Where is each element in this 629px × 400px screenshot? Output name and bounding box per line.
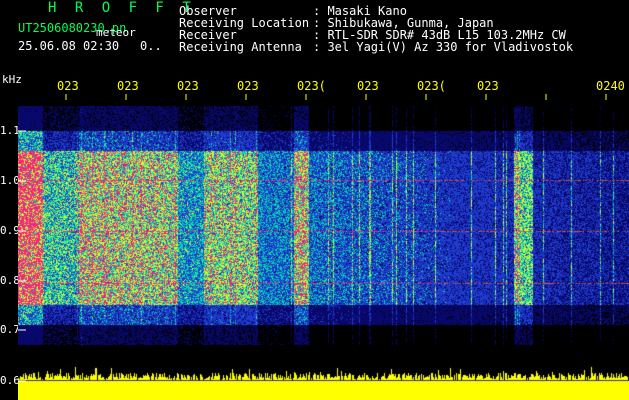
y-label-0-8: 0.8 <box>0 274 20 287</box>
program-name: H R O F F T <box>48 0 196 16</box>
y-label-0-7: 0.7 <box>0 323 20 336</box>
antenna-value: : 3el Yagi(V) Az 330 for Vladivostok <box>313 40 574 54</box>
y-label-1-1: 1.1 <box>0 124 20 137</box>
meteor-label: meteor <box>96 26 136 39</box>
time-tick-5: 023( <box>297 79 326 93</box>
time-tick-4: 023 <box>237 79 259 93</box>
y-label-0-6: 0.6 <box>0 374 20 387</box>
time-tick-3: 023 <box>177 79 199 93</box>
time-tick-6: 023 <box>357 79 379 93</box>
time-tick-7: 023( <box>417 79 446 93</box>
y-label-0-9: 0.9 <box>0 224 20 237</box>
spectrogram-plot <box>18 95 629 400</box>
y-label-1-0: 1.0 <box>0 174 20 187</box>
timestamp: 25.06.08 02:30 <box>18 39 120 53</box>
time-tick-1: 023 <box>57 79 79 93</box>
antenna-label: Receiving Antenna <box>179 40 302 54</box>
time-tick-2: 023 <box>117 79 139 93</box>
time-tick-9: 0240 <box>596 79 625 93</box>
unit-label: kHz <box>2 73 22 86</box>
time-tick-8: 023 <box>477 79 499 93</box>
timestamp-suffix: 0.. <box>140 39 162 53</box>
